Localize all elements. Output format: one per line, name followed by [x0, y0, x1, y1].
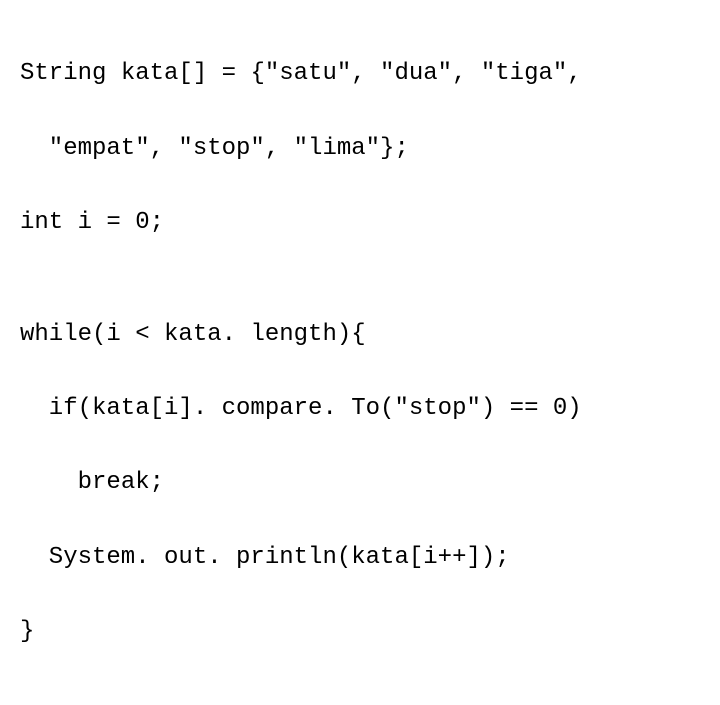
code-line-1b: "empat", "stop", "lima"}; [20, 130, 700, 167]
code-line-6: System. out. println(kata[i++]); [20, 539, 700, 576]
code-line-2: int i = 0; [20, 204, 700, 241]
code-line-7: } [20, 613, 700, 650]
code-line-3: while(i < kata. length){ [20, 316, 700, 353]
code-block: String kata[] = {"satu", "dua", "tiga", … [0, 0, 720, 705]
code-line-5: break; [20, 464, 700, 501]
code-line-4: if(kata[i]. compare. To("stop") == 0) [20, 390, 700, 427]
code-line-1: String kata[] = {"satu", "dua", "tiga", [20, 55, 700, 92]
